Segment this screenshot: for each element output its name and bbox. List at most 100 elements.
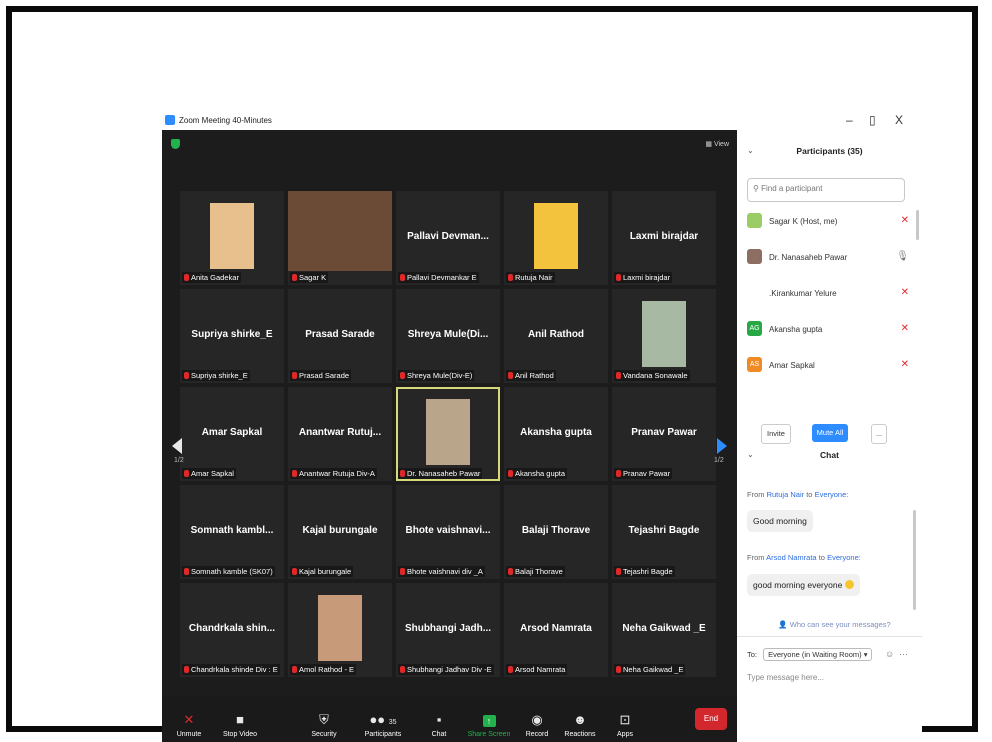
video-tile[interactable]: Anita Gadekar (180, 191, 284, 285)
video-tile[interactable]: Shubhangi Jadh... Shubhangi Jadhav Div -E (396, 583, 500, 677)
tile-display-name: Neha Gaikwad _E (622, 623, 706, 634)
video-tile[interactable]: Somnath kambl... Somnath kamble (SK07) (180, 485, 284, 579)
search-icon: ⚲ (753, 184, 759, 193)
record-button[interactable]: ◉ Record (522, 713, 552, 739)
video-tile[interactable]: Supriya shirke_E Supriya shirke_E (180, 289, 284, 383)
participants-button[interactable]: ●● 35 Participants (360, 712, 406, 739)
muted-mic-icon (508, 372, 513, 379)
tile-name-text: Chandrkala shinde Div : E (191, 665, 278, 674)
participant-row[interactable]: Sagar K (Host, me) ✕ (747, 210, 912, 234)
unmute-button[interactable]: ✕ Unmute (172, 713, 206, 739)
security-button[interactable]: ⛨ Security (304, 712, 344, 739)
share-screen-button[interactable]: ↑ Share Screen (466, 713, 512, 738)
video-tile[interactable]: Anil Rathod Anil Rathod (504, 289, 608, 383)
video-tile[interactable]: Balaji Thorave Balaji Thorave (504, 485, 608, 579)
muted-mic-icon (616, 274, 621, 281)
chat-recipient-select[interactable]: Everyone (in Waiting Room) ▾ (763, 648, 873, 661)
participant-row[interactable]: .Kirankumar Yelure ✕ (747, 282, 912, 306)
next-page-button[interactable] (711, 420, 733, 480)
tile-name-label: Anita Gadekar (182, 272, 241, 283)
minimize-button[interactable]: – (846, 113, 853, 127)
restore-button[interactable]: ▯ (869, 113, 876, 127)
video-tile[interactable]: Akansha gupta Akansha gupta (504, 387, 608, 481)
chevron-right-icon (717, 438, 727, 454)
tile-name-text: Pranav Pawar (623, 469, 671, 478)
security-label: Security (311, 731, 337, 738)
message-sender[interactable]: Rutuja Nair (767, 490, 805, 499)
reactions-button[interactable]: ☻ Reactions (560, 713, 600, 739)
video-tile[interactable]: Amar Sapkal Amar Sapkal (180, 387, 284, 481)
tile-name-label: Tejashri Bagde (614, 566, 675, 577)
video-area: ▦ View Anita Gadekar Sagar K Pallavi Devma… (162, 130, 737, 742)
video-tile[interactable]: Shreya Mule(Di... Shreya Mule(Div-E) (396, 289, 500, 383)
view-button[interactable]: ▦ View (705, 140, 729, 148)
more-icon[interactable]: ··· (899, 649, 908, 659)
video-tile[interactable]: Laxmi birajdar Laxmi birajdar (612, 191, 716, 285)
tile-name-text: Supriya shirke_E (191, 371, 248, 380)
apps-button[interactable]: ⊡ Apps (612, 713, 638, 739)
muted-mic-icon (400, 470, 405, 477)
tile-name-label: Pranav Pawar (614, 468, 673, 479)
tile-display-name: Supriya shirke_E (191, 329, 273, 340)
tile-name-text: Amol Rathod - E (299, 665, 355, 674)
chat-message-bubble: Good morning (747, 510, 813, 532)
video-tile[interactable]: Sagar K (288, 191, 392, 285)
tile-name-text: Sagar K (299, 273, 327, 282)
tile-name-label: Prasad Sarade (290, 370, 352, 381)
tile-display-name: Pranav Pawar (631, 427, 697, 438)
people-icon: 👤 (778, 620, 788, 629)
video-tile[interactable]: Amol Rathod - E (288, 583, 392, 677)
smiley-emoji-icon (844, 580, 854, 589)
message-visibility-link[interactable]: 👤 Who can see your messages? (757, 620, 912, 629)
message-sender[interactable]: Arsod Namrata (766, 553, 816, 562)
video-tile[interactable]: Anantwar Rutuj... Anantwar Rutuja Div-A (288, 387, 392, 481)
participants-icon: ●● 35 (369, 712, 397, 727)
muted-mic-icon (400, 372, 405, 379)
message-visibility-text: Who can see your messages? (789, 620, 891, 629)
chat-label: Chat (431, 731, 447, 738)
tile-display-name: Tejashri Bagde (628, 525, 700, 536)
participant-row[interactable]: AG Akansha gupta ✕ (747, 318, 912, 342)
chat-recipient-row: To: Everyone (in Waiting Room) ▾ (747, 648, 873, 661)
screenshot-frame: Zoom Meeting 40-Minutes – ▯ X ▦ View Ani… (6, 6, 978, 742)
video-tile[interactable]: Dr. Nanasaheb Pawar (396, 387, 500, 481)
mute-all-button[interactable]: Mute All (812, 424, 848, 442)
video-tile[interactable]: Bhote vaishnavi... Bhote vaishnavi div _A (396, 485, 500, 579)
participant-search-input[interactable]: ⚲ Find a participant (747, 178, 905, 202)
participant-row[interactable]: AS Amar Sapkal ✕ (747, 354, 912, 378)
page-indicator-left: 1/2 (174, 457, 184, 464)
shield-icon: ⛨ (319, 712, 329, 727)
tile-display-name: Shreya Mule(Di... (407, 329, 489, 340)
invite-button[interactable]: Invite (761, 424, 791, 444)
video-tile[interactable]: Prasad Sarade Prasad Sarade (288, 289, 392, 383)
muted-mic-icon (400, 274, 405, 281)
mic-video-status-icon: 🎙 (896, 251, 909, 262)
tile-name-label: Amar Sapkal (182, 468, 236, 479)
video-tile[interactable]: Tejashri Bagde Tejashri Bagde (612, 485, 716, 579)
participant-row[interactable]: Dr. Nanasaheb Pawar 🎙 (747, 246, 912, 270)
tile-name-text: Anil Rathod (515, 371, 554, 380)
close-button[interactable]: X (895, 113, 903, 127)
video-tile[interactable]: Vandana Sonawale (612, 289, 716, 383)
video-tile[interactable]: Arsod Namrata Arsod Namrata (504, 583, 608, 677)
end-meeting-button[interactable]: End (695, 708, 727, 730)
tile-display-name: Kajal burungale (302, 525, 378, 536)
more-options-button[interactable]: ... (871, 424, 887, 444)
video-tile[interactable]: Chandrkala shin... Chandrkala shinde Div … (180, 583, 284, 677)
participant-name: Dr. Nanasaheb Pawar (769, 253, 848, 262)
tile-name-text: Neha Gaikwad _E (623, 665, 684, 674)
emoji-icon[interactable]: ☺ (885, 649, 894, 659)
video-tile[interactable]: Kajal burungale Kajal burungale (288, 485, 392, 579)
chat-scrollbar[interactable] (913, 510, 916, 610)
previous-page-button[interactable] (166, 420, 188, 480)
video-tile[interactable]: Pallavi Devman... Pallavi Devmankar E (396, 191, 500, 285)
chat-button[interactable]: ▪ Chat (426, 713, 452, 739)
chat-message-input[interactable]: Type message here... (747, 673, 824, 682)
video-tile[interactable]: Pranav Pawar Pranav Pawar (612, 387, 716, 481)
video-tile[interactable]: Rutuja Nair (504, 191, 608, 285)
stop-video-button[interactable]: ■ Stop Video (218, 713, 262, 739)
participants-scrollbar[interactable] (916, 210, 919, 240)
video-tile[interactable]: Neha Gaikwad _E Neha Gaikwad _E (612, 583, 716, 677)
tile-name-text: Shreya Mule(Div-E) (407, 371, 473, 380)
security-shield-icon[interactable] (171, 139, 180, 149)
